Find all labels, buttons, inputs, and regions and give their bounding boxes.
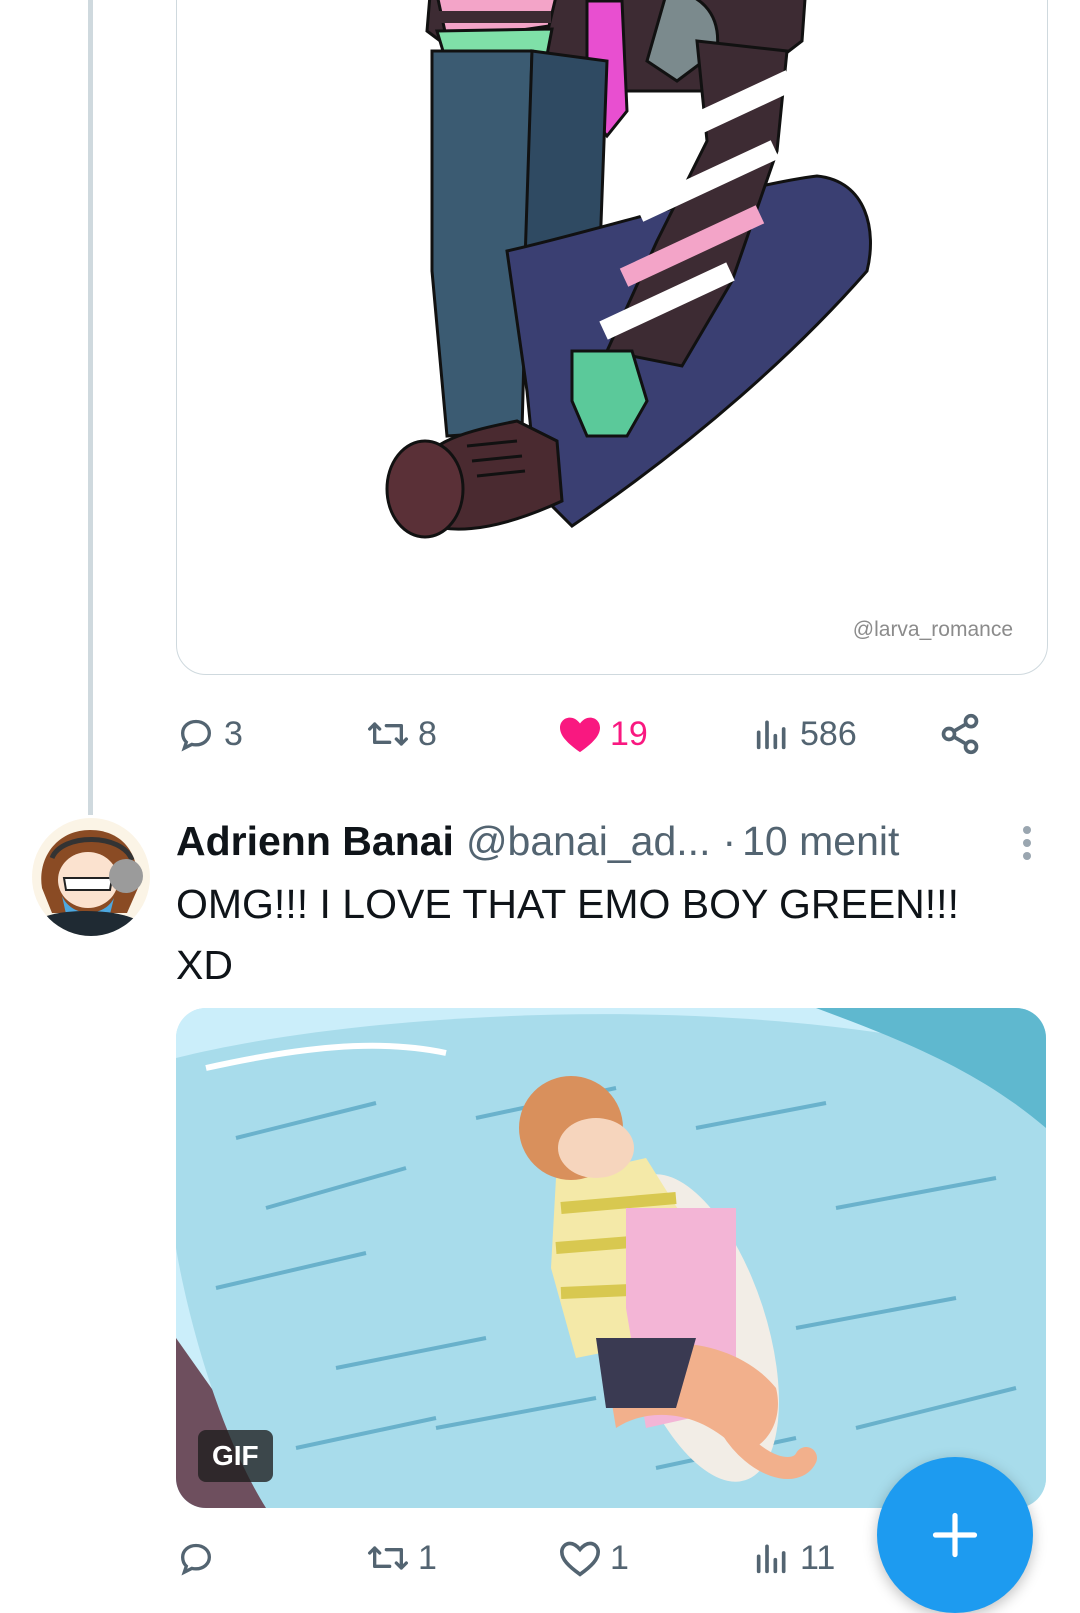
tweet-text: OMG!!! I LOVE THAT EMO BOY GREEN!!! XD: [176, 874, 1026, 996]
tweet-timestamp[interactable]: 10 menit: [742, 818, 899, 865]
repost-button[interactable]: 8: [366, 704, 437, 764]
reply-button[interactable]: [176, 1528, 224, 1588]
views-icon: [756, 1544, 786, 1574]
emo-boy-illustration: [385, 0, 872, 539]
like-button[interactable]: 1: [558, 1528, 629, 1588]
like-button[interactable]: 19: [558, 704, 648, 764]
like-icon: [559, 1541, 601, 1577]
author-name[interactable]: Adrienn Banai: [176, 818, 454, 865]
tweet-text-line: XD: [176, 942, 233, 988]
compose-button[interactable]: [877, 1457, 1033, 1613]
repost-count: 8: [418, 714, 437, 753]
like-count: 1: [610, 1538, 629, 1577]
tweet-media-image[interactable]: @larva_romance: [176, 0, 1048, 675]
repost-icon: [367, 1546, 408, 1570]
like-icon: [560, 717, 600, 753]
thread-connector-line: [88, 0, 93, 815]
avatar[interactable]: [32, 818, 150, 936]
repost-count: 1: [418, 1538, 437, 1577]
media-watermark: @larva_romance: [852, 618, 1013, 641]
tweet-header: Adrienn Banai @banai_ad... · 10 menit: [176, 818, 899, 868]
repost-icon: [367, 722, 408, 746]
more-icon-dot: [1023, 839, 1031, 847]
separator-dot: ·: [722, 818, 737, 864]
tweet-text-line: OMG!!! I LOVE THAT EMO BOY GREEN!!!: [176, 881, 959, 927]
avatar-illustration: [32, 818, 150, 936]
first-tweet-action-bar: 3 8 19 586: [176, 704, 1016, 764]
share-icon: [941, 713, 979, 755]
reply-button[interactable]: 3: [176, 704, 243, 764]
views-button[interactable]: 11: [752, 1528, 835, 1588]
reply-icon: [180, 1543, 212, 1576]
views-button[interactable]: 586: [752, 704, 857, 764]
gif-frame-illustration: [176, 1008, 1046, 1508]
more-icon: [1023, 826, 1031, 834]
compose-plus-icon: [932, 1512, 978, 1558]
more-icon-dot: [1023, 852, 1031, 860]
repost-button[interactable]: 1: [366, 1528, 437, 1588]
views-count: 11: [800, 1538, 836, 1577]
views-icon: [756, 720, 786, 750]
like-count: 19: [610, 714, 648, 753]
author-handle[interactable]: @banai_ad...: [466, 818, 711, 865]
reply-count: 3: [224, 714, 243, 753]
reply-icon: [180, 719, 212, 752]
views-count: 586: [800, 714, 857, 753]
tweet-media-gif[interactable]: GIF: [176, 1008, 1046, 1508]
gif-badge: GIF: [198, 1430, 273, 1482]
share-button[interactable]: [938, 704, 982, 764]
more-options-button[interactable]: [1012, 820, 1042, 866]
